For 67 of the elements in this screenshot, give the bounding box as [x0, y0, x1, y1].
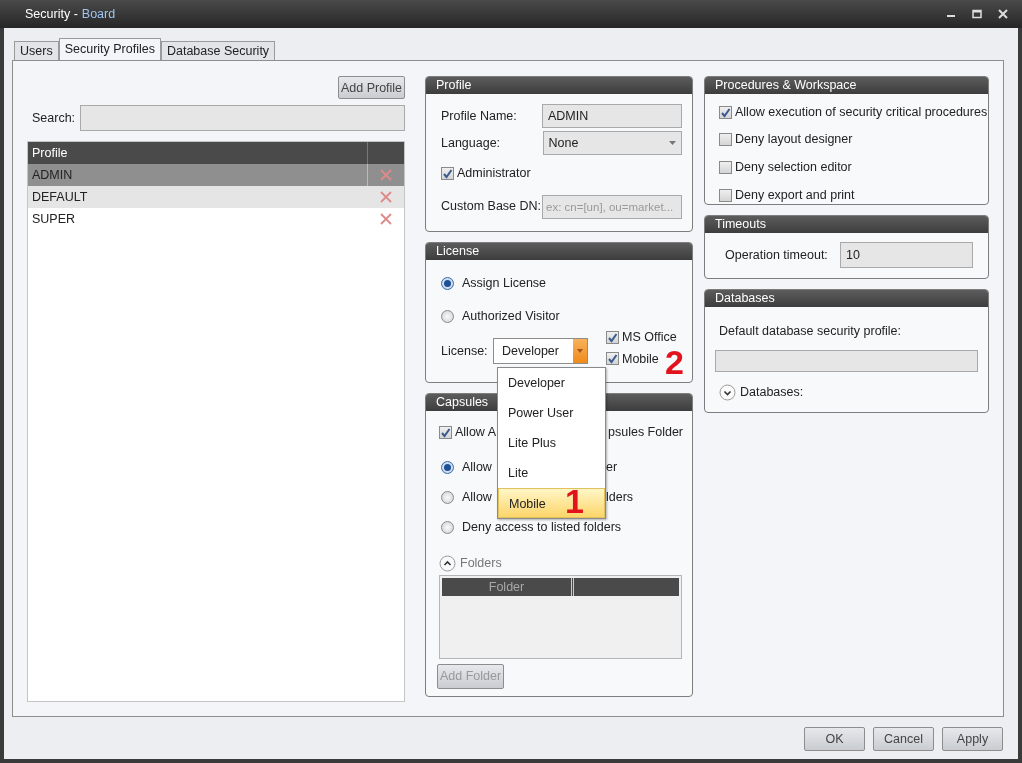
table-cell-text: SUPER: [31, 211, 77, 228]
menu-item[interactable]: Lite: [498, 458, 605, 488]
search-field[interactable]: [80, 105, 405, 131]
check-icon: [720, 106, 731, 118]
window-subtitle: Board: [81, 5, 116, 23]
checkbox[interactable]: MS Office: [606, 327, 677, 347]
panel-header: License: [426, 243, 692, 260]
radio-button[interactable]: Assign License: [441, 274, 547, 293]
maximize-icon[interactable]: [972, 9, 982, 19]
profile-field[interactable]: [715, 349, 978, 372]
checkbox[interactable]: Administrator: [441, 164, 531, 183]
annotation-number: 1: [565, 485, 584, 517]
radio-button[interactable]: Allow: [441, 488, 492, 507]
delete-icon[interactable]: [380, 213, 392, 225]
radio-label: er: [606, 459, 618, 476]
field-label: License:: [441, 342, 489, 360]
timeout-field[interactable]: 10: [840, 242, 973, 268]
checkbox[interactable]: Deny layout designer: [719, 129, 853, 149]
radio-button[interactable]: Authorized Visitor: [441, 306, 560, 326]
field-label: Language:: [441, 134, 502, 152]
expand-icon[interactable]: [719, 383, 736, 401]
delete-icon[interactable]: [380, 191, 392, 203]
radio-button[interactable]: Allow: [441, 458, 492, 477]
panel-header: Databases: [705, 290, 988, 307]
checkbox-label: psules Folder: [608, 424, 684, 441]
dialog-button[interactable]: OK: [804, 727, 865, 751]
tab[interactable]: Security Profiles: [58, 38, 161, 60]
panel-header: Timeouts: [705, 216, 988, 233]
dropdown-arrow-icon[interactable]: [577, 349, 583, 353]
section-label: Databases:: [740, 383, 804, 401]
dialog-button[interactable]: Apply: [942, 727, 1003, 751]
panel-header: Procedures & Workspace: [705, 77, 988, 94]
table-cell-text: DEFAULT: [31, 189, 89, 206]
annotation-number: 2: [665, 346, 684, 378]
search-label: Search:: [31, 109, 77, 127]
field-label: Custom Base DN:: [441, 198, 542, 216]
check-icon: [440, 426, 451, 438]
column-header: Folder: [442, 577, 574, 596]
field-label: Default database security profile:: [718, 323, 903, 340]
check-icon: [442, 167, 453, 179]
collapse-icon[interactable]: [439, 554, 456, 572]
close-icon[interactable]: [998, 9, 1008, 19]
text-field[interactable]: ex: cn=[un], ou=market...: [542, 194, 682, 219]
radio-button[interactable]: Deny access to listed folders: [441, 518, 622, 537]
tab[interactable]: Users: [14, 41, 59, 60]
section-label: Folders: [460, 555, 502, 572]
language-dropdown[interactable]: None: [542, 131, 682, 155]
check-icon: [607, 353, 618, 365]
table-row[interactable]: DEFAULT: [28, 186, 404, 208]
radio-label: lders: [606, 489, 634, 506]
panel-header: Profile: [426, 77, 692, 94]
add-profile-button[interactable]: Add Profile: [338, 76, 405, 99]
field-label: Profile Name:: [441, 107, 518, 125]
checkbox[interactable]: Allow execution of security critical procedures: [719, 103, 988, 122]
license-dropdown[interactable]: Developer: [493, 338, 588, 364]
tab[interactable]: Database Security: [160, 41, 276, 60]
dropdown-arrow-icon: [669, 141, 676, 145]
window-title: Security -: [25, 5, 78, 23]
checkbox[interactable]: Deny export and print: [719, 185, 855, 205]
text-field[interactable]: ADMIN: [542, 104, 682, 128]
check-icon: [607, 331, 618, 343]
checkbox[interactable]: Deny selection editor: [719, 157, 852, 177]
menu-item[interactable]: Lite Plus: [498, 428, 605, 458]
dialog-button[interactable]: Cancel: [873, 727, 934, 751]
checkbox[interactable]: Allow A: [439, 423, 496, 442]
field-label: Operation timeout:: [725, 246, 829, 264]
table-row[interactable]: SUPER: [28, 208, 404, 230]
